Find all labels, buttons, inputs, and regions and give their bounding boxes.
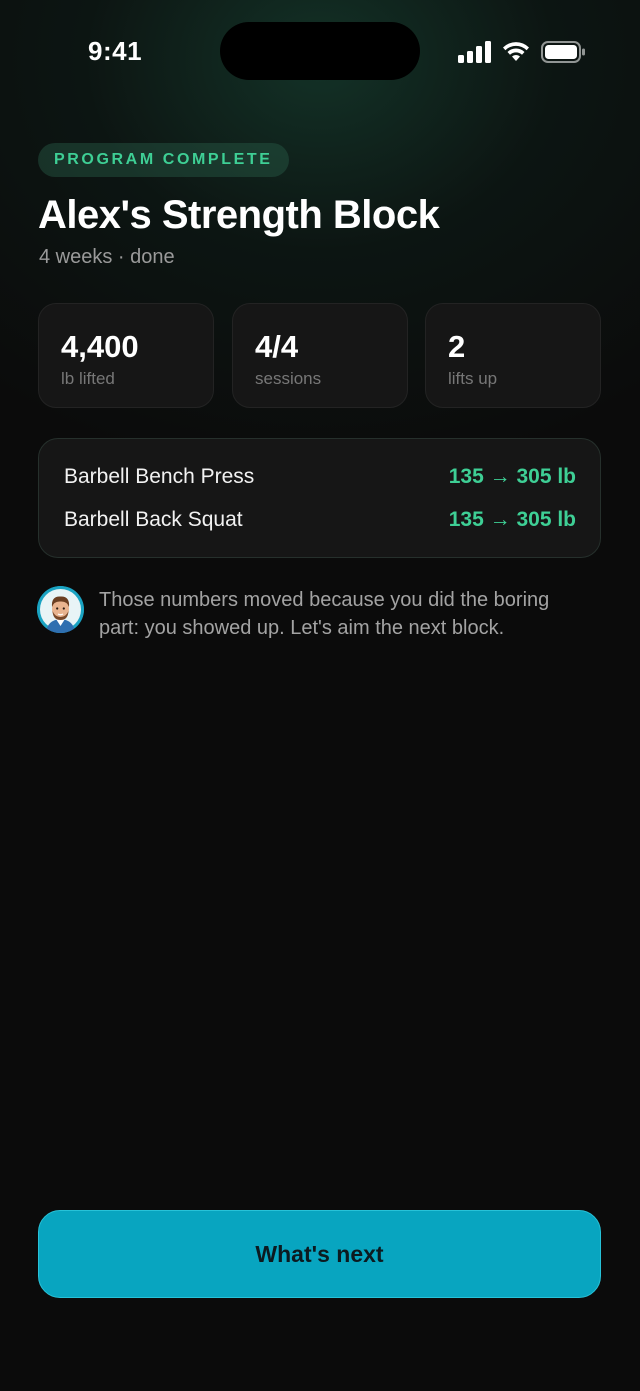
- stat-value: 4/4: [255, 329, 299, 364]
- status-icons: [458, 40, 588, 64]
- page-subtitle: 4 weeks · done: [39, 246, 175, 268]
- stat-value: 4,400: [61, 329, 139, 364]
- page-title: Alex's Strength Block: [38, 193, 440, 237]
- wifi-icon: [503, 42, 529, 61]
- whats-next-button[interactable]: What's next: [38, 1210, 601, 1298]
- stat-label: sessions: [255, 369, 322, 388]
- lift-row: Barbell Bench Press 135 → 305 lb: [64, 465, 576, 495]
- stat-label: lb lifted: [61, 369, 115, 388]
- stat-card-sessions: 4/4 sessions: [232, 303, 408, 408]
- cellular-signal-icon: [458, 41, 491, 63]
- lift-name: Barbell Bench Press: [64, 465, 255, 488]
- stat-value: 2: [448, 329, 466, 364]
- lift-row: Barbell Back Squat 135 → 305 lb: [64, 508, 576, 538]
- dynamic-island: [220, 22, 420, 80]
- coach-avatar-icon: [37, 586, 84, 633]
- lift-progress-card: Barbell Bench Press 135 → 305 lb Barbell…: [38, 438, 601, 558]
- lift-progress: 135 → 305 lb: [448, 508, 576, 531]
- status-bar: 9:41: [0, 0, 640, 100]
- lift-name: Barbell Back Squat: [64, 508, 243, 531]
- program-complete-badge: PROGRAM COMPLETE: [38, 143, 289, 177]
- stat-card-lifts-up: 2 lifts up: [425, 303, 601, 408]
- stat-label: lifts up: [448, 369, 498, 388]
- battery-icon: [541, 41, 585, 63]
- status-time: 9:41: [88, 36, 143, 66]
- lift-progress: 135 → 305 lb: [448, 465, 576, 488]
- stat-card-lifted: 4,400 lb lifted: [38, 303, 214, 408]
- coach-message-text: Those numbers moved because you did the …: [99, 589, 550, 639]
